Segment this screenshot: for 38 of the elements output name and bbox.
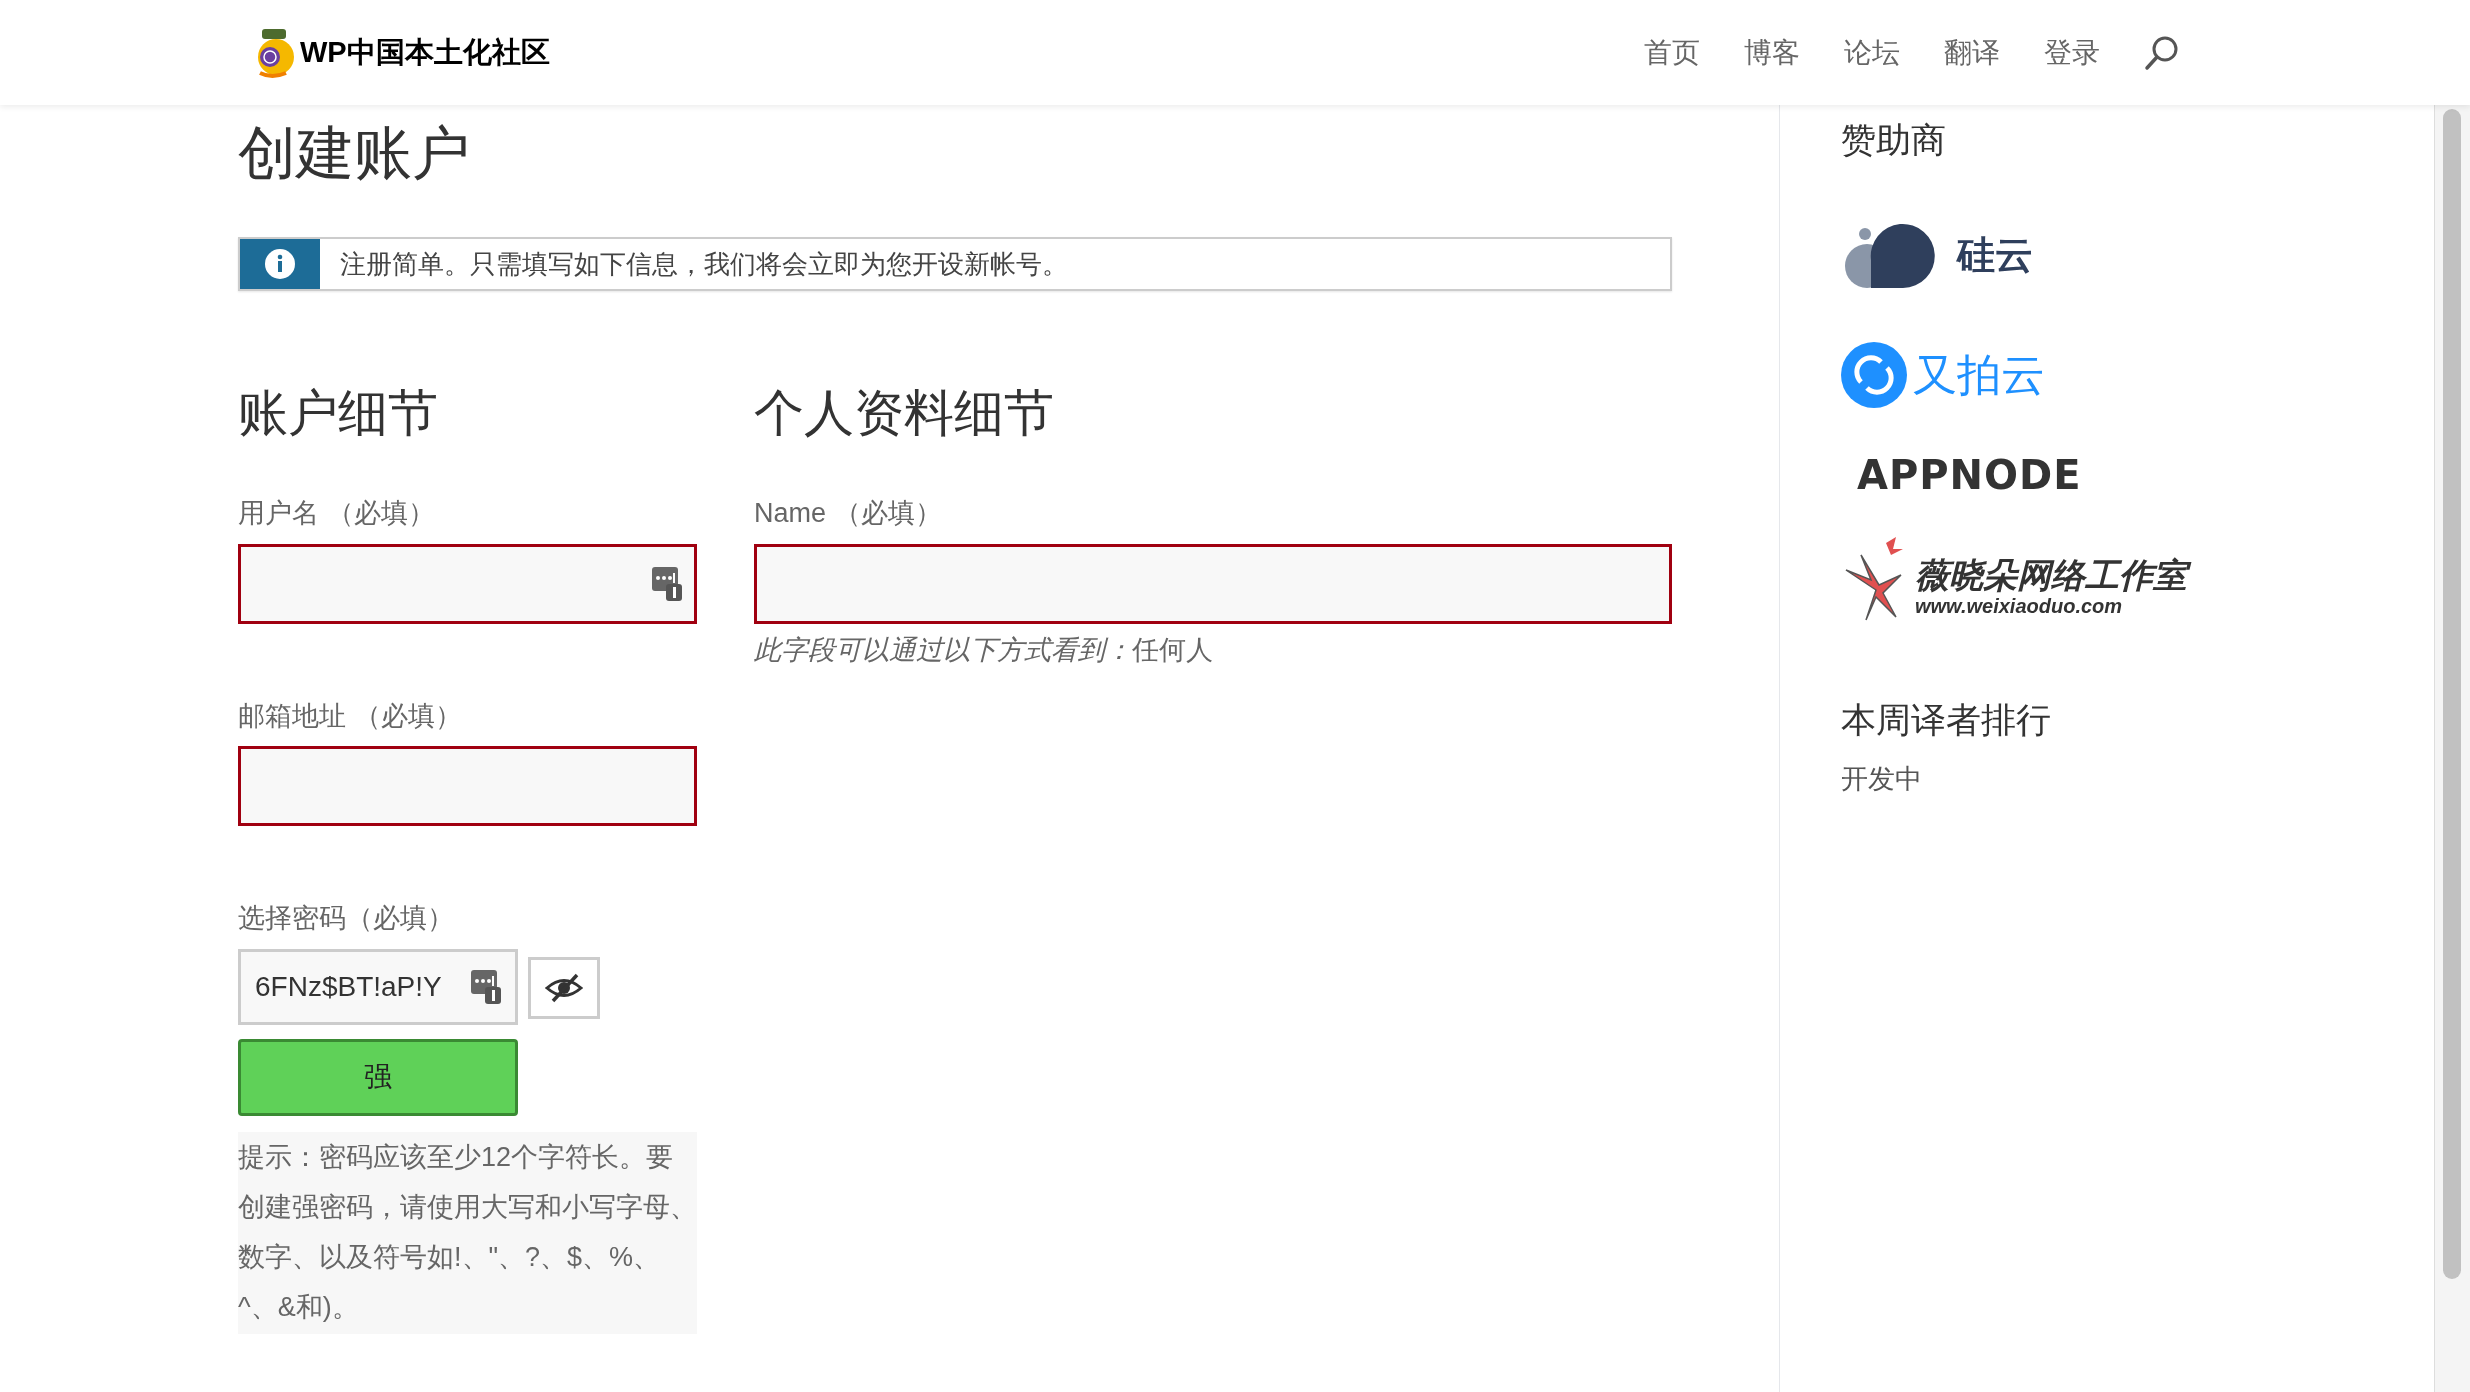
sponsor-logo[interactable]: 薇晓朵网络工作室 www.weixiaoduo.com xyxy=(1841,515,2434,625)
nav-link[interactable]: 翻译 xyxy=(1944,31,2000,74)
password-manager-icon[interactable] xyxy=(652,566,682,601)
nav-link[interactable]: 博客 xyxy=(1744,31,1800,74)
sidebar-heading: 赞助商 xyxy=(1841,119,1947,161)
field-label: 选择密码（必填） xyxy=(238,902,455,935)
field-label: 邮箱地址 （必填） xyxy=(238,699,463,733)
scrollbar-thumb[interactable] xyxy=(2443,109,2461,1279)
sponsor-logo[interactable]: 硅云 xyxy=(1841,195,2434,315)
notice-text: 注册简单。只需填写如下信息，我们将会立即为您开设新帐号。 xyxy=(339,247,1068,281)
sync-circle-icon xyxy=(1841,342,1907,408)
page-title: 创建账户 xyxy=(238,119,471,187)
password-strength-meter: 强 xyxy=(238,1038,518,1116)
section-heading: 账户细节 xyxy=(238,384,439,443)
password-hint: 提示：密码应该至少12个字符长。要创建强密码，请使用大写和小写字母、数字、以及符号如!、"、?、$、%、^、&和)。 xyxy=(238,1131,697,1334)
site-name[interactable]: WP中国本土化社区 xyxy=(300,30,550,75)
section-heading: 个人资料细节 xyxy=(754,384,1055,443)
eye-slash-icon xyxy=(545,972,583,1003)
sidebar-text: 开发中 xyxy=(1841,763,1923,796)
info-icon xyxy=(265,249,295,279)
input-field[interactable] xyxy=(238,543,697,624)
nav-link[interactable]: 论坛 xyxy=(1844,31,1900,74)
input-field[interactable] xyxy=(754,543,1672,624)
sponsor-logo[interactable]: 又拍云 xyxy=(1841,315,2434,435)
scrollbar[interactable] xyxy=(2434,105,2470,1392)
nav-link[interactable]: 登录 xyxy=(2044,31,2100,74)
sponsor-logo[interactable]: APPNODE xyxy=(1841,435,2434,515)
field-label: 用户名 （必填） xyxy=(238,497,436,530)
search-icon[interactable] xyxy=(2144,34,2180,71)
nav-link[interactable]: 首页 xyxy=(1644,31,1700,74)
field-note: 此字段可以通过以下方式看到： xyxy=(754,634,1132,665)
visibility-setting[interactable]: 任何人 xyxy=(1132,634,1213,665)
sidebar-heading: 本周译者排行 xyxy=(1841,699,2052,741)
show-password-button[interactable] xyxy=(528,956,600,1019)
field-label: Name （必填） xyxy=(754,497,943,530)
password-manager-icon[interactable] xyxy=(471,969,501,1004)
input-field[interactable] xyxy=(238,746,697,826)
password-field[interactable]: 6FNz$BT!aP!Y xyxy=(238,948,518,1025)
